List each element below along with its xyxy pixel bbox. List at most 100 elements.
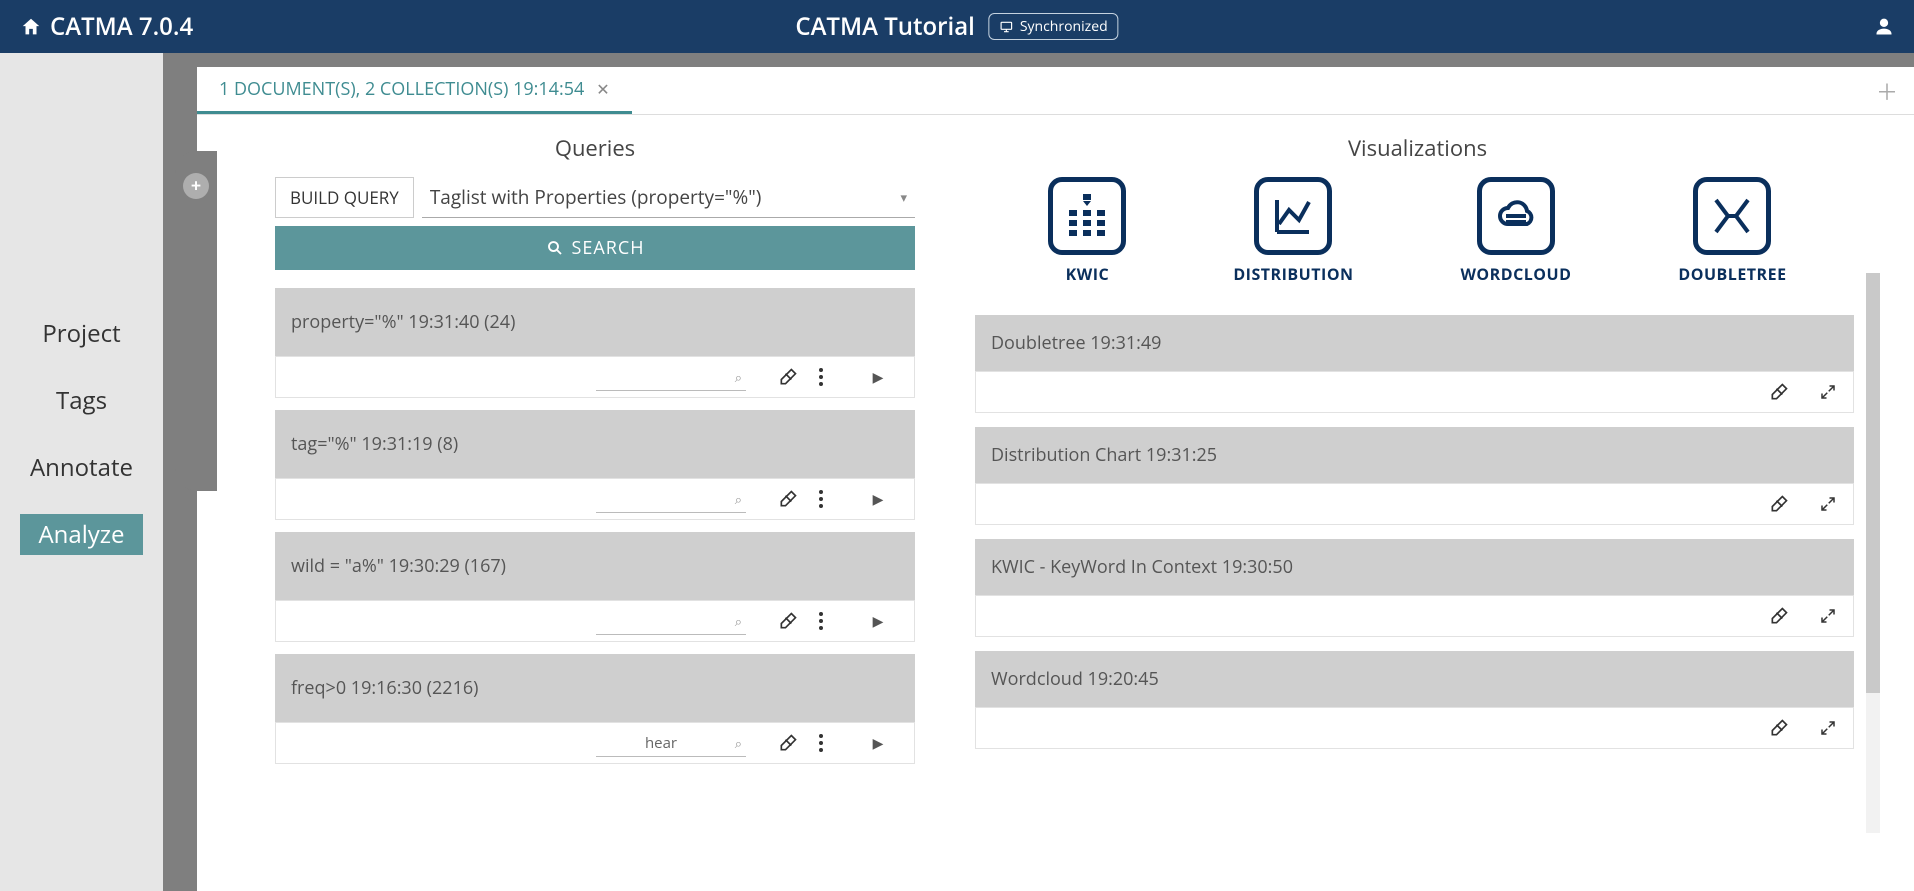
query-result-title[interactable]: property="%" 19:31:40 (24) — [275, 288, 915, 356]
query-filter-input[interactable] — [596, 364, 746, 391]
erase-button[interactable] — [1769, 494, 1789, 514]
queries-heading: Queries — [275, 133, 915, 163]
sync-badge[interactable]: Synchronized — [989, 13, 1119, 40]
collapse-handle[interactable]: + — [175, 151, 217, 491]
user-icon[interactable] — [1874, 17, 1894, 37]
visualization-card-toolbar — [975, 371, 1854, 413]
query-select[interactable]: Taglist with Properties (property="%") ▾ — [422, 177, 915, 218]
visualizations-column: Visualizations — [975, 133, 1884, 891]
project-title-area: CATMA Tutorial Synchronized — [795, 10, 1118, 43]
query-result-toolbar: ⌕▶ — [275, 356, 915, 398]
visualization-cards: Doubletree 19:31:49 Distribution Chart 19… — [975, 315, 1860, 749]
app-title[interactable]: CATMA 7.0.4 — [20, 10, 193, 43]
query-result-title[interactable]: tag="%" 19:31:19 (8) — [275, 410, 915, 478]
chevron-down-icon: ▾ — [900, 188, 907, 206]
expand-button[interactable] — [1819, 495, 1837, 513]
app-title-text: CATMA 7.0.4 — [50, 10, 193, 43]
query-select-value: Taglist with Properties (property="%") — [430, 184, 762, 210]
erase-button[interactable] — [778, 733, 818, 753]
tabbar: 1 DOCUMENT(S), 2 COLLECTION(S) 19:14:54 … — [197, 67, 1914, 115]
visualization-card-title[interactable]: Distribution Chart 19:31:25 — [975, 427, 1854, 483]
visualization-card-title[interactable]: Wordcloud 19:20:45 — [975, 651, 1854, 707]
search-icon — [546, 239, 564, 257]
viz-type-distribution[interactable]: DISTRIBUTION — [1233, 177, 1353, 285]
query-result-card: property="%" 19:31:40 (24)⌕▶ — [275, 288, 915, 398]
query-result-card: wild = "a%" 19:30:29 (167)⌕▶ — [275, 532, 915, 642]
home-icon — [20, 16, 42, 38]
queries-column: Queries BUILD QUERY Taglist with Propert… — [275, 133, 915, 891]
query-filter-input[interactable] — [596, 486, 746, 513]
sidebar-item-tags[interactable]: Tags — [38, 380, 125, 421]
visualization-types: KWIC DISTRIBUTION — [975, 177, 1860, 285]
scrollbar[interactable] — [1866, 273, 1880, 833]
search-icon: ⌕ — [735, 368, 742, 386]
query-result-toolbar: ⌕▶ — [275, 722, 915, 764]
build-query-button[interactable]: BUILD QUERY — [275, 177, 414, 218]
more-menu-button[interactable] — [818, 611, 858, 631]
sidebar-item-project[interactable]: Project — [24, 313, 138, 354]
visualization-card: Distribution Chart 19:31:25 — [975, 427, 1854, 525]
more-menu-button[interactable] — [818, 489, 858, 509]
search-icon: ⌕ — [735, 490, 742, 508]
expand-button[interactable] — [1819, 719, 1837, 737]
query-result-toolbar: ⌕▶ — [275, 600, 915, 642]
search-icon: ⌕ — [735, 734, 742, 752]
query-result-title[interactable]: wild = "a%" 19:30:29 (167) — [275, 532, 915, 600]
expand-button[interactable]: ▶ — [858, 490, 898, 509]
more-menu-button[interactable] — [818, 367, 858, 387]
search-icon: ⌕ — [735, 612, 742, 630]
sidebar: Project Tags Annotate Analyze — [0, 53, 163, 891]
search-button[interactable]: SEARCH — [275, 226, 915, 270]
search-label: SEARCH — [572, 236, 645, 260]
query-result-card: freq>0 19:16:30 (2216)⌕▶ — [275, 654, 915, 764]
tab-active[interactable]: 1 DOCUMENT(S), 2 COLLECTION(S) 19:14:54 … — [197, 67, 632, 114]
erase-button[interactable] — [778, 611, 818, 631]
expand-button[interactable] — [1819, 383, 1837, 401]
expand-icon: + — [183, 173, 209, 199]
kwic-icon — [1048, 177, 1126, 255]
expand-button[interactable] — [1819, 607, 1837, 625]
viz-label: DOUBLETREE — [1678, 263, 1786, 285]
viz-type-wordcloud[interactable]: WORDCLOUD — [1460, 177, 1571, 285]
visualization-card: KWIC - KeyWord In Context 19:30:50 — [975, 539, 1854, 637]
expand-button[interactable]: ▶ — [858, 612, 898, 631]
sidebar-item-analyze[interactable]: Analyze — [20, 514, 142, 555]
erase-button[interactable] — [1769, 382, 1789, 402]
query-filter-input[interactable] — [596, 608, 746, 635]
distribution-icon — [1254, 177, 1332, 255]
analyze-panel: 1 DOCUMENT(S), 2 COLLECTION(S) 19:14:54 … — [197, 67, 1914, 891]
viz-type-doubletree[interactable]: DOUBLETREE — [1678, 177, 1786, 285]
visualization-card-title[interactable]: KWIC - KeyWord In Context 19:30:50 — [975, 539, 1854, 595]
visualization-card: Wordcloud 19:20:45 — [975, 651, 1854, 749]
app-header: CATMA 7.0.4 CATMA Tutorial Synchronized — [0, 0, 1914, 53]
sidebar-item-annotate[interactable]: Annotate — [12, 447, 151, 488]
add-tab-button[interactable]: ＋ — [1876, 75, 1898, 107]
wordcloud-icon — [1477, 177, 1555, 255]
monitor-icon — [1000, 20, 1014, 34]
close-icon[interactable]: ✕ — [596, 78, 609, 100]
erase-button[interactable] — [1769, 718, 1789, 738]
erase-button[interactable] — [1769, 606, 1789, 626]
query-result-title[interactable]: freq>0 19:16:30 (2216) — [275, 654, 915, 722]
tab-label: 1 DOCUMENT(S), 2 COLLECTION(S) 19:14:54 — [219, 77, 584, 101]
doubletree-icon — [1693, 177, 1771, 255]
viz-label: WORDCLOUD — [1460, 263, 1571, 285]
visualizations-heading: Visualizations — [975, 133, 1860, 163]
main-area: + 1 DOCUMENT(S), 2 COLLECTION(S) 19:14:5… — [163, 53, 1914, 891]
expand-button[interactable]: ▶ — [858, 368, 898, 387]
visualization-card-title[interactable]: Doubletree 19:31:49 — [975, 315, 1854, 371]
viz-type-kwic[interactable]: KWIC — [1048, 177, 1126, 285]
project-title: CATMA Tutorial — [795, 10, 974, 43]
expand-button[interactable]: ▶ — [858, 734, 898, 753]
query-filter-input[interactable] — [596, 730, 746, 757]
more-menu-button[interactable] — [818, 733, 858, 753]
viz-label: DISTRIBUTION — [1233, 263, 1353, 285]
viz-label: KWIC — [1066, 263, 1110, 285]
erase-button[interactable] — [778, 367, 818, 387]
sync-label: Synchronized — [1020, 17, 1108, 36]
visualization-card-toolbar — [975, 595, 1854, 637]
visualization-card: Doubletree 19:31:49 — [975, 315, 1854, 413]
erase-button[interactable] — [778, 489, 818, 509]
query-result-toolbar: ⌕▶ — [275, 478, 915, 520]
visualization-card-toolbar — [975, 483, 1854, 525]
